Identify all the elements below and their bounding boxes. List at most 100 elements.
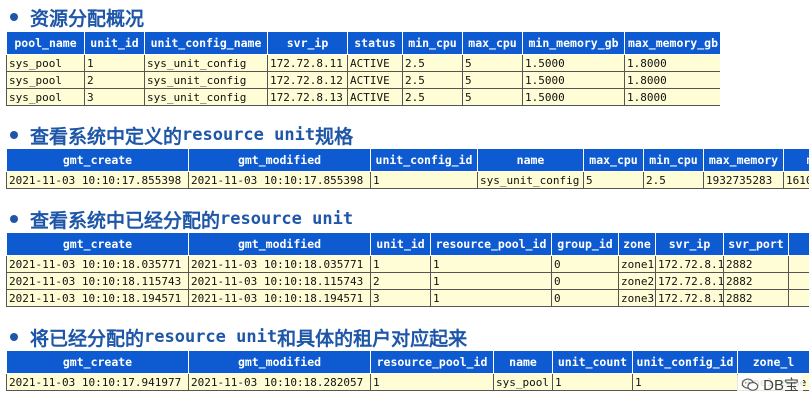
table-cell: 2.5 [402,88,463,106]
table-cell: sys_unit_config [144,88,268,106]
table-cell: 172.72.8.13 [655,289,724,307]
table-cell: 172.72.8.11 [267,54,348,72]
column-header: zone_l [737,350,809,374]
table-cell: 172.72.8.12 [267,71,348,89]
column-header: gmt_modified [188,148,371,172]
column-header: status [347,31,403,55]
section-title-text: 查看系统中定义的 [30,126,183,148]
column-header: max_memory_gb [624,31,720,55]
section-title-mono: resource unit [220,209,354,229]
allocated-units-table-wrap: gmt_create gmt_modified unit_id resource_po… [6,232,809,307]
table-cell: 1610 [783,171,809,189]
table-cell: zone3 [618,289,656,307]
column-header: max_cpu [462,31,523,55]
table-cell: 2021-11-03 10:10:18.035771 [188,255,371,273]
table-row: 2021-11-03 10:10:17.855398 2021-11-03 10:… [6,171,809,189]
column-header: unit_count [552,350,633,374]
table-cell: 2882 [723,289,789,307]
section-title-mono: resource unit [182,125,316,145]
table-cell: sys_pool [6,71,85,89]
table-cell: 3 [84,88,145,106]
bullet-icon [10,333,18,341]
table-cell: 172.72.8.12 [655,272,724,290]
table-cell: 2.5 [643,171,704,189]
table-cell: ACTIVE [347,54,403,72]
column-header: min_memory_gb [522,31,625,55]
bullet-icon [10,215,18,223]
table-row: sys_pool 1 sys_unit_config 172.72.8.11 ACTIV… [6,54,720,72]
table-cell: 1 [370,171,478,189]
unit-config-table: gmt_create gmt_modified unit_config_id name… [6,148,809,189]
table-cell: 2021-11-03 10:10:18.282057 [188,373,371,391]
section-title-tail: 和具体的租户对应起来 [277,328,468,350]
column-header: max_cpu [583,148,644,172]
table-cell: 172.72.8.13 [267,88,348,106]
bullet-icon [10,131,18,139]
table-cell: 2021-11-03 10:10:18.115743 [188,272,371,290]
table-cell: 1 [632,373,738,391]
table-cell: 1 [430,272,552,290]
table-row: 2021-11-03 10:10:18.194571 2021-11-03 10:… [6,289,809,307]
table-cell: 0 [551,289,619,307]
table-cell: sys_unit_config [144,54,268,72]
table-cell [788,255,809,273]
column-header: pool_name [6,31,85,55]
table-cell: 2 [370,272,431,290]
section-title-4: 将已经分配的 resource unit 和具体的租户对应起来 [6,326,468,350]
section-title-text: 查看系统中已经分配的 [30,210,221,232]
table-cell: 2 [84,71,145,89]
table-cell: 5 [462,54,523,72]
table-cell: 172.72.8.11 [655,255,724,273]
table-cell: 1.5000 [522,71,625,89]
table-cell: 2021-11-03 10:10:18.194571 [6,289,189,307]
table-cell: 1.5000 [522,88,625,106]
table-cell: 2882 [723,255,789,273]
table-cell: 1 [430,289,552,307]
column-header: min_cpu [643,148,704,172]
table-cell: 1932735283 [703,171,784,189]
tenant-pool-table: gmt_create gmt_modified resource_pool_id na… [6,350,809,391]
column-header: unit_config_id [632,350,738,374]
table-cell: sys_unit_config [144,71,268,89]
table-cell: ACTIVE [347,71,403,89]
table-cell: 1.8000 [624,88,720,106]
table-cell: 1.8000 [624,54,720,72]
section-title-3: 查看系统中已经分配的 resource unit [6,208,354,232]
table-cell: 2021-11-03 10:10:18.035771 [6,255,189,273]
table-row: 2021-11-03 10:10:17.941977 2021-11-03 10:… [6,373,809,391]
column-header: gmt_create [6,350,189,374]
table-row: sys_pool 2 sys_unit_config 172.72.8.12 ACTIV… [6,71,720,89]
unit-config-table-wrap: gmt_create gmt_modified unit_config_id name… [6,148,809,189]
wechat-watermark: DB宝 [737,373,803,396]
column-header: group_id [551,232,619,256]
section-title-1: 资源分配概况 [6,6,144,30]
table-cell: 2021-11-03 10:10:18.115743 [6,272,189,290]
table-cell: 2.5 [402,54,463,72]
column-header: mi [783,148,809,172]
section-title-mono: resource unit [144,327,278,347]
section-title-2: 查看系统中定义的 resource unit 规格 [6,124,353,148]
section-title-text: 将已经分配的 [30,328,145,350]
column-header: resource_pool_id [370,350,494,374]
table-row: 2021-11-03 10:10:18.115743 2021-11-03 10:… [6,272,809,290]
table-cell: 2021-11-03 10:10:17.941977 [6,373,189,391]
table-cell: 3 [370,289,431,307]
table-cell: 0 [551,255,619,273]
tenant-pool-table-wrap: gmt_create gmt_modified resource_pool_id na… [6,350,809,391]
resource-allocation-table-wrap: pool_name unit_id unit_config_name svr_ip st… [6,31,720,106]
column-header: gmt_modified [188,232,371,256]
table-cell: 1 [430,255,552,273]
table-cell: sys_pool [6,54,85,72]
table-cell: sys_unit_config [477,171,584,189]
wechat-icon [741,377,759,391]
column-header: resource_pool_id [430,232,552,256]
table-cell: 5 [583,171,644,189]
column-header: svr_port [723,232,789,256]
table-cell: sys_pool [493,373,553,391]
table-cell: 1.5000 [522,54,625,72]
table-cell: 1.8000 [624,71,720,89]
column-header: unit_id [370,232,431,256]
allocated-units-table: gmt_create gmt_modified unit_id resource_po… [6,232,809,307]
table-cell: 5 [462,71,523,89]
column-header: gmt_modified [188,350,371,374]
